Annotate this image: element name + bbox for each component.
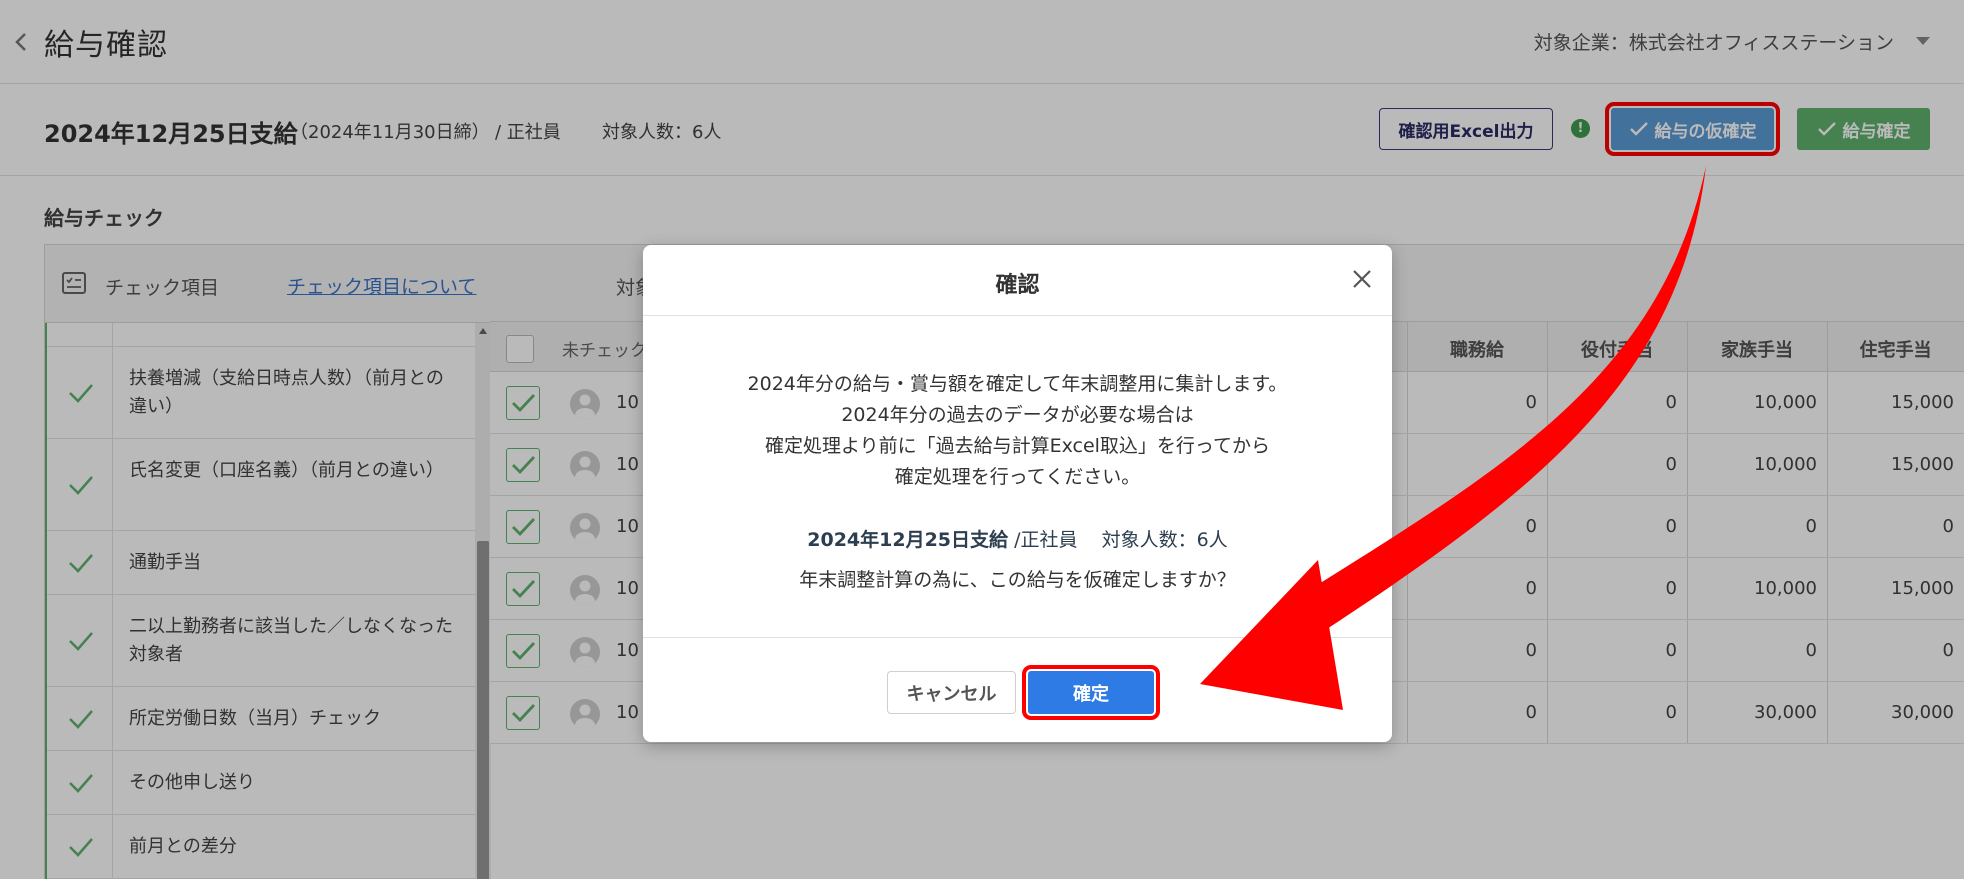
dialog-summary: 2024年12月25日支給 /正社員 対象人数：6人 (643, 525, 1392, 552)
dialog-message-line: 確定処理を行ってください。 (894, 466, 1141, 488)
close-icon[interactable] (1350, 267, 1374, 291)
dialog-body: 2024年分の給与・賞与額を確定して年末調整用に集計します。 2024年分の過去… (643, 316, 1392, 638)
summary-headcount: 対象人数：6人 (1101, 529, 1228, 551)
confirm-button[interactable]: 確定 (1022, 665, 1160, 720)
cancel-button[interactable]: キャンセル (887, 671, 1016, 714)
dialog-question: 年末調整計算の為に、この給与を仮確定しますか？ (799, 569, 1236, 591)
dialog-title: 確認 (995, 273, 1040, 298)
dialog-message-line: 2024年分の過去のデータが必要な場合は (841, 404, 1194, 426)
dialog-header: 確認 (643, 245, 1392, 316)
dialog-message-line: 確定処理より前に「過去給与計算Excel取込」を行ってから (764, 435, 1270, 457)
summary-employment-type: /正社員 (1014, 529, 1078, 551)
confirm-dialog: 確認 2024年分の給与・賞与額を確定して年末調整用に集計します。 2024年分… (643, 245, 1392, 742)
dialog-message-line: 2024年分の給与・賞与額を確定して年末調整用に集計します。 (747, 373, 1288, 395)
summary-pay-date: 2024年12月25日支給 (807, 529, 1009, 551)
